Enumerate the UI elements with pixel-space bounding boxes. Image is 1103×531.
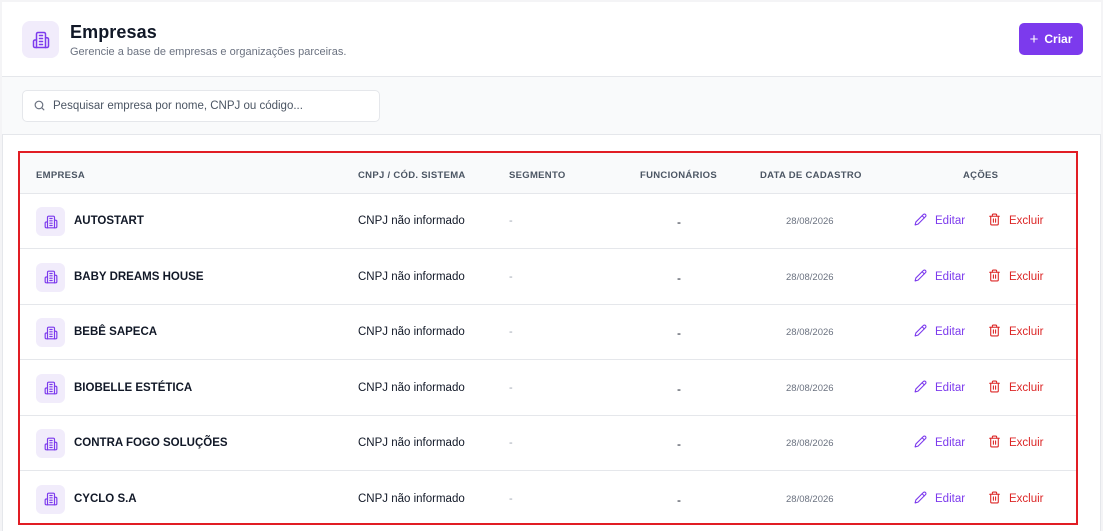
page-subtitle: Gerencie a base de empresas e organizaçõ… bbox=[70, 46, 347, 58]
pencil-icon bbox=[914, 324, 927, 340]
trash-icon bbox=[988, 324, 1001, 340]
column-header-empresa[interactable]: EMPRESA bbox=[36, 170, 85, 181]
trash-icon bbox=[988, 491, 1001, 507]
pencil-icon bbox=[914, 269, 927, 285]
table-row[interactable]: BABY DREAMS HOUSE CNPJ não informado - -… bbox=[20, 249, 1076, 305]
company-created-date: 28/08/2026 bbox=[786, 493, 834, 505]
table-row[interactable]: CYCLO S.A CNPJ não informado - - 28/08/2… bbox=[20, 471, 1076, 523]
building-icon bbox=[36, 318, 65, 347]
search-bar-area bbox=[2, 77, 1101, 135]
edit-button[interactable]: Editar bbox=[914, 378, 965, 398]
company-name: AUTOSTART bbox=[74, 215, 144, 227]
delete-button-label: Excluir bbox=[1009, 437, 1044, 449]
company-employees: - bbox=[677, 215, 681, 229]
page-title: Empresas bbox=[70, 22, 157, 42]
edit-button-label: Editar bbox=[935, 326, 966, 338]
company-employees: - bbox=[677, 492, 681, 507]
building-icon bbox=[36, 484, 65, 514]
building-icon bbox=[36, 373, 65, 403]
table-row[interactable]: CONTRA FOGO SOLUÇÕES CNPJ não informado … bbox=[20, 416, 1076, 471]
table-header: EMPRESA CNPJ / CÓD. SISTEMA SEGMENTO FUN… bbox=[20, 153, 1076, 194]
edit-button-label: Editar bbox=[935, 492, 966, 505]
delete-button[interactable]: Excluir bbox=[988, 267, 1044, 287]
column-header-cnpj[interactable]: CNPJ / CÓD. SISTEMA bbox=[358, 170, 466, 181]
company-employees: - bbox=[677, 270, 681, 285]
delete-button-label: Excluir bbox=[1009, 215, 1044, 227]
company-cnpj: CNPJ não informado bbox=[358, 381, 465, 394]
table-row[interactable]: BIOBELLE ESTÉTICA CNPJ não informado - -… bbox=[20, 360, 1076, 416]
company-cnpj: CNPJ não informado bbox=[358, 492, 465, 505]
company-created-date: 28/08/2026 bbox=[786, 216, 834, 227]
company-segment: - bbox=[509, 492, 513, 505]
search-box[interactable] bbox=[22, 90, 380, 122]
edit-button-label: Editar bbox=[935, 215, 966, 227]
delete-button-label: Excluir bbox=[1009, 326, 1044, 338]
company-created-date: 28/08/2026 bbox=[786, 327, 834, 338]
column-header-data-cadastro[interactable]: DATA DE CADASTRO bbox=[760, 170, 862, 181]
building-icon bbox=[22, 21, 59, 58]
company-cnpj: CNPJ não informado bbox=[358, 326, 465, 338]
company-segment: - bbox=[509, 215, 513, 227]
company-name: CONTRA FOGO SOLUÇÕES bbox=[74, 437, 228, 449]
company-name: CYCLO S.A bbox=[74, 492, 137, 505]
column-header-segmento[interactable]: SEGMENTO bbox=[509, 170, 566, 181]
delete-button-label: Excluir bbox=[1009, 270, 1044, 283]
trash-icon bbox=[988, 213, 1001, 229]
table-row[interactable]: AUTOSTART CNPJ não informado - - 28/08/2… bbox=[20, 194, 1076, 249]
building-icon bbox=[36, 262, 65, 292]
table-row[interactable]: BEBÊ SAPECA CNPJ não informado - - 28/08… bbox=[20, 305, 1076, 360]
pencil-icon bbox=[914, 491, 927, 507]
delete-button-label: Excluir bbox=[1009, 492, 1044, 505]
company-created-date: 28/08/2026 bbox=[786, 438, 834, 449]
create-button[interactable]: + Criar bbox=[1019, 23, 1083, 55]
pencil-icon bbox=[914, 213, 927, 229]
company-created-date: 28/08/2026 bbox=[786, 382, 834, 394]
delete-button[interactable]: Excluir bbox=[988, 322, 1044, 342]
create-button-label: Criar bbox=[1044, 32, 1073, 46]
edit-button[interactable]: Editar bbox=[914, 267, 965, 287]
edit-button[interactable]: Editar bbox=[914, 489, 965, 509]
delete-button[interactable]: Excluir bbox=[988, 378, 1044, 398]
edit-button[interactable]: Editar bbox=[914, 322, 965, 342]
pencil-icon bbox=[914, 380, 927, 396]
column-header-funcionarios[interactable]: FUNCIONÁRIOS bbox=[640, 170, 717, 181]
edit-button-label: Editar bbox=[935, 381, 966, 394]
company-segment: - bbox=[509, 326, 513, 338]
company-name: BIOBELLE ESTÉTICA bbox=[74, 381, 193, 394]
company-created-date: 28/08/2026 bbox=[786, 271, 834, 283]
edit-button-label: Editar bbox=[935, 437, 966, 449]
company-segment: - bbox=[509, 381, 513, 394]
pencil-icon bbox=[914, 435, 927, 451]
building-icon bbox=[36, 207, 65, 236]
edit-button[interactable]: Editar bbox=[914, 433, 965, 453]
delete-button[interactable]: Excluir bbox=[988, 433, 1044, 453]
company-name: BEBÊ SAPECA bbox=[74, 326, 158, 338]
building-icon bbox=[36, 429, 65, 458]
trash-icon bbox=[988, 269, 1001, 285]
edit-button[interactable]: Editar bbox=[914, 211, 965, 231]
delete-button-label: Excluir bbox=[1009, 381, 1044, 394]
delete-button[interactable]: Excluir bbox=[988, 489, 1044, 509]
companies-table: EMPRESA CNPJ / CÓD. SISTEMA SEGMENTO FUN… bbox=[18, 151, 1078, 525]
trash-icon bbox=[988, 380, 1001, 396]
company-segment: - bbox=[509, 437, 513, 449]
company-segment: - bbox=[509, 270, 513, 283]
company-employees: - bbox=[677, 381, 681, 396]
trash-icon bbox=[988, 435, 1001, 451]
company-cnpj: CNPJ não informado bbox=[358, 437, 465, 449]
plus-icon: + bbox=[1029, 30, 1039, 48]
search-icon bbox=[33, 99, 47, 113]
edit-button-label: Editar bbox=[935, 270, 966, 283]
company-employees: - bbox=[677, 326, 681, 340]
company-name: BABY DREAMS HOUSE bbox=[74, 270, 204, 283]
column-header-acoes: AÇÕES bbox=[963, 170, 999, 181]
company-cnpj: CNPJ não informado bbox=[358, 270, 465, 283]
page-header: Empresas Gerencie a base de empresas e o… bbox=[2, 2, 1101, 77]
search-input[interactable] bbox=[53, 92, 373, 120]
delete-button[interactable]: Excluir bbox=[988, 211, 1044, 231]
company-cnpj: CNPJ não informado bbox=[358, 215, 465, 227]
company-employees: - bbox=[677, 437, 681, 451]
